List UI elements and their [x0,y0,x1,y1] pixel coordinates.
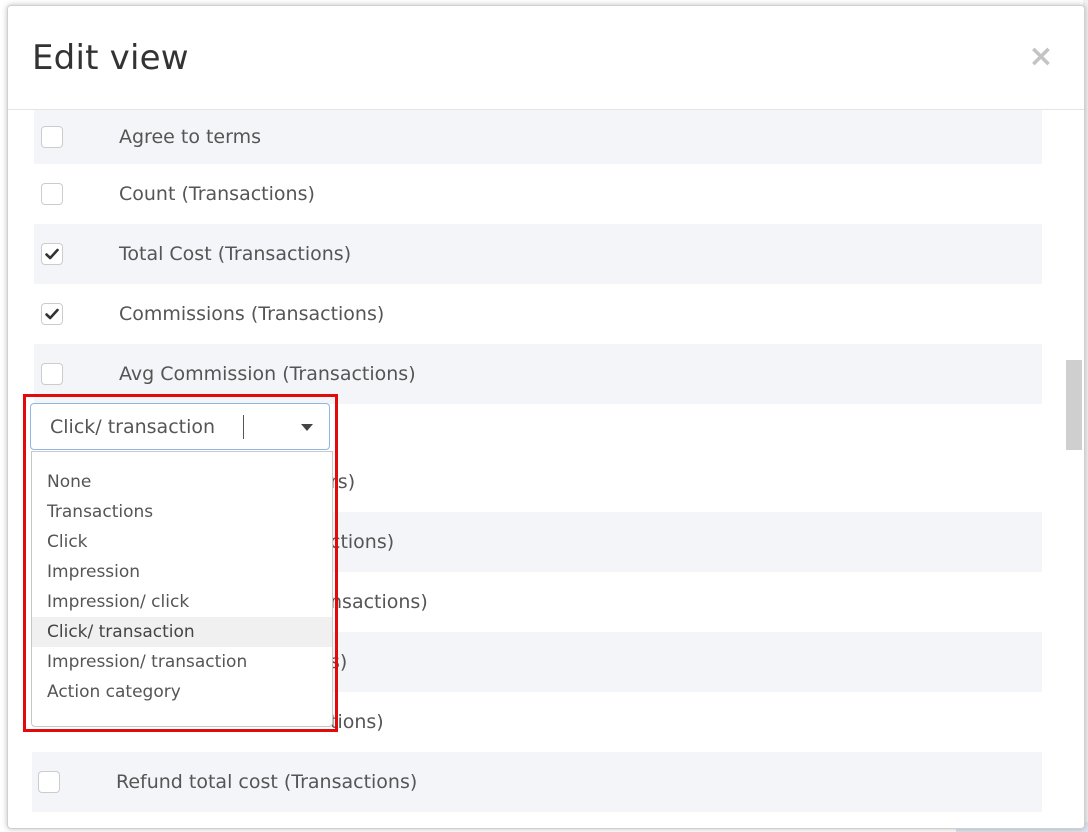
field-label: Refund total cost (Transactions) [116,771,418,793]
page-scrollbar-thumb[interactable] [1066,360,1082,450]
field-label: Avg Commission (Transactions) [119,363,416,385]
caret-down-icon[interactable] [301,424,313,431]
field-label: Commissions (Transactions) [119,303,385,325]
field-row-agree-to-terms[interactable]: Agree to terms [34,110,1042,164]
option-impression-transaction[interactable]: Impression/ transaction [32,647,332,677]
option-click-transaction[interactable]: Click/ transaction [32,617,332,647]
field-row-avg-commission[interactable]: Avg Commission (Transactions) [34,344,1042,404]
field-label: ctions) [330,531,395,553]
grouping-options-list: None Transactions Click Impression Impre… [31,451,333,727]
field-row-count[interactable]: Count (Transactions) [34,164,1042,224]
field-label: Count (Transactions) [119,183,315,205]
field-label: rs) [330,471,356,493]
field-checkbox[interactable] [41,303,63,325]
checkmark-icon [45,248,59,260]
option-impression[interactable]: Impression [32,557,332,587]
field-checkbox[interactable] [41,243,63,265]
option-action-category[interactable]: Action category [32,677,332,707]
modal-title: Edit view [32,38,189,78]
field-checkbox[interactable] [41,183,63,205]
field-label: Agree to terms [119,126,262,148]
field-checkbox[interactable] [38,771,60,793]
field-checkbox[interactable] [41,363,63,385]
option-none[interactable]: None [32,467,332,497]
checkmark-icon [45,308,59,320]
option-click[interactable]: Click [32,527,332,557]
close-icon[interactable]: × [1026,42,1056,72]
field-row-refund-total-cost[interactable]: Refund total cost (Transactions) [32,752,1042,812]
option-impression-click[interactable]: Impression/ click [32,587,332,617]
grouping-select-value: Click/ transaction [50,415,216,438]
field-label: tions) [330,711,384,733]
option-transactions[interactable]: Transactions [32,497,332,527]
field-row-total-cost[interactable]: Total Cost (Transactions) [34,224,1042,284]
text-cursor [243,415,244,439]
field-label: nsactions) [330,591,428,613]
modal-header: Edit view × [8,6,1084,110]
field-checkbox[interactable] [41,126,63,148]
grouping-select[interactable]: Click/ transaction [30,403,330,450]
field-label: Total Cost (Transactions) [119,243,352,265]
field-row-commissions[interactable]: Commissions (Transactions) [34,284,1042,344]
